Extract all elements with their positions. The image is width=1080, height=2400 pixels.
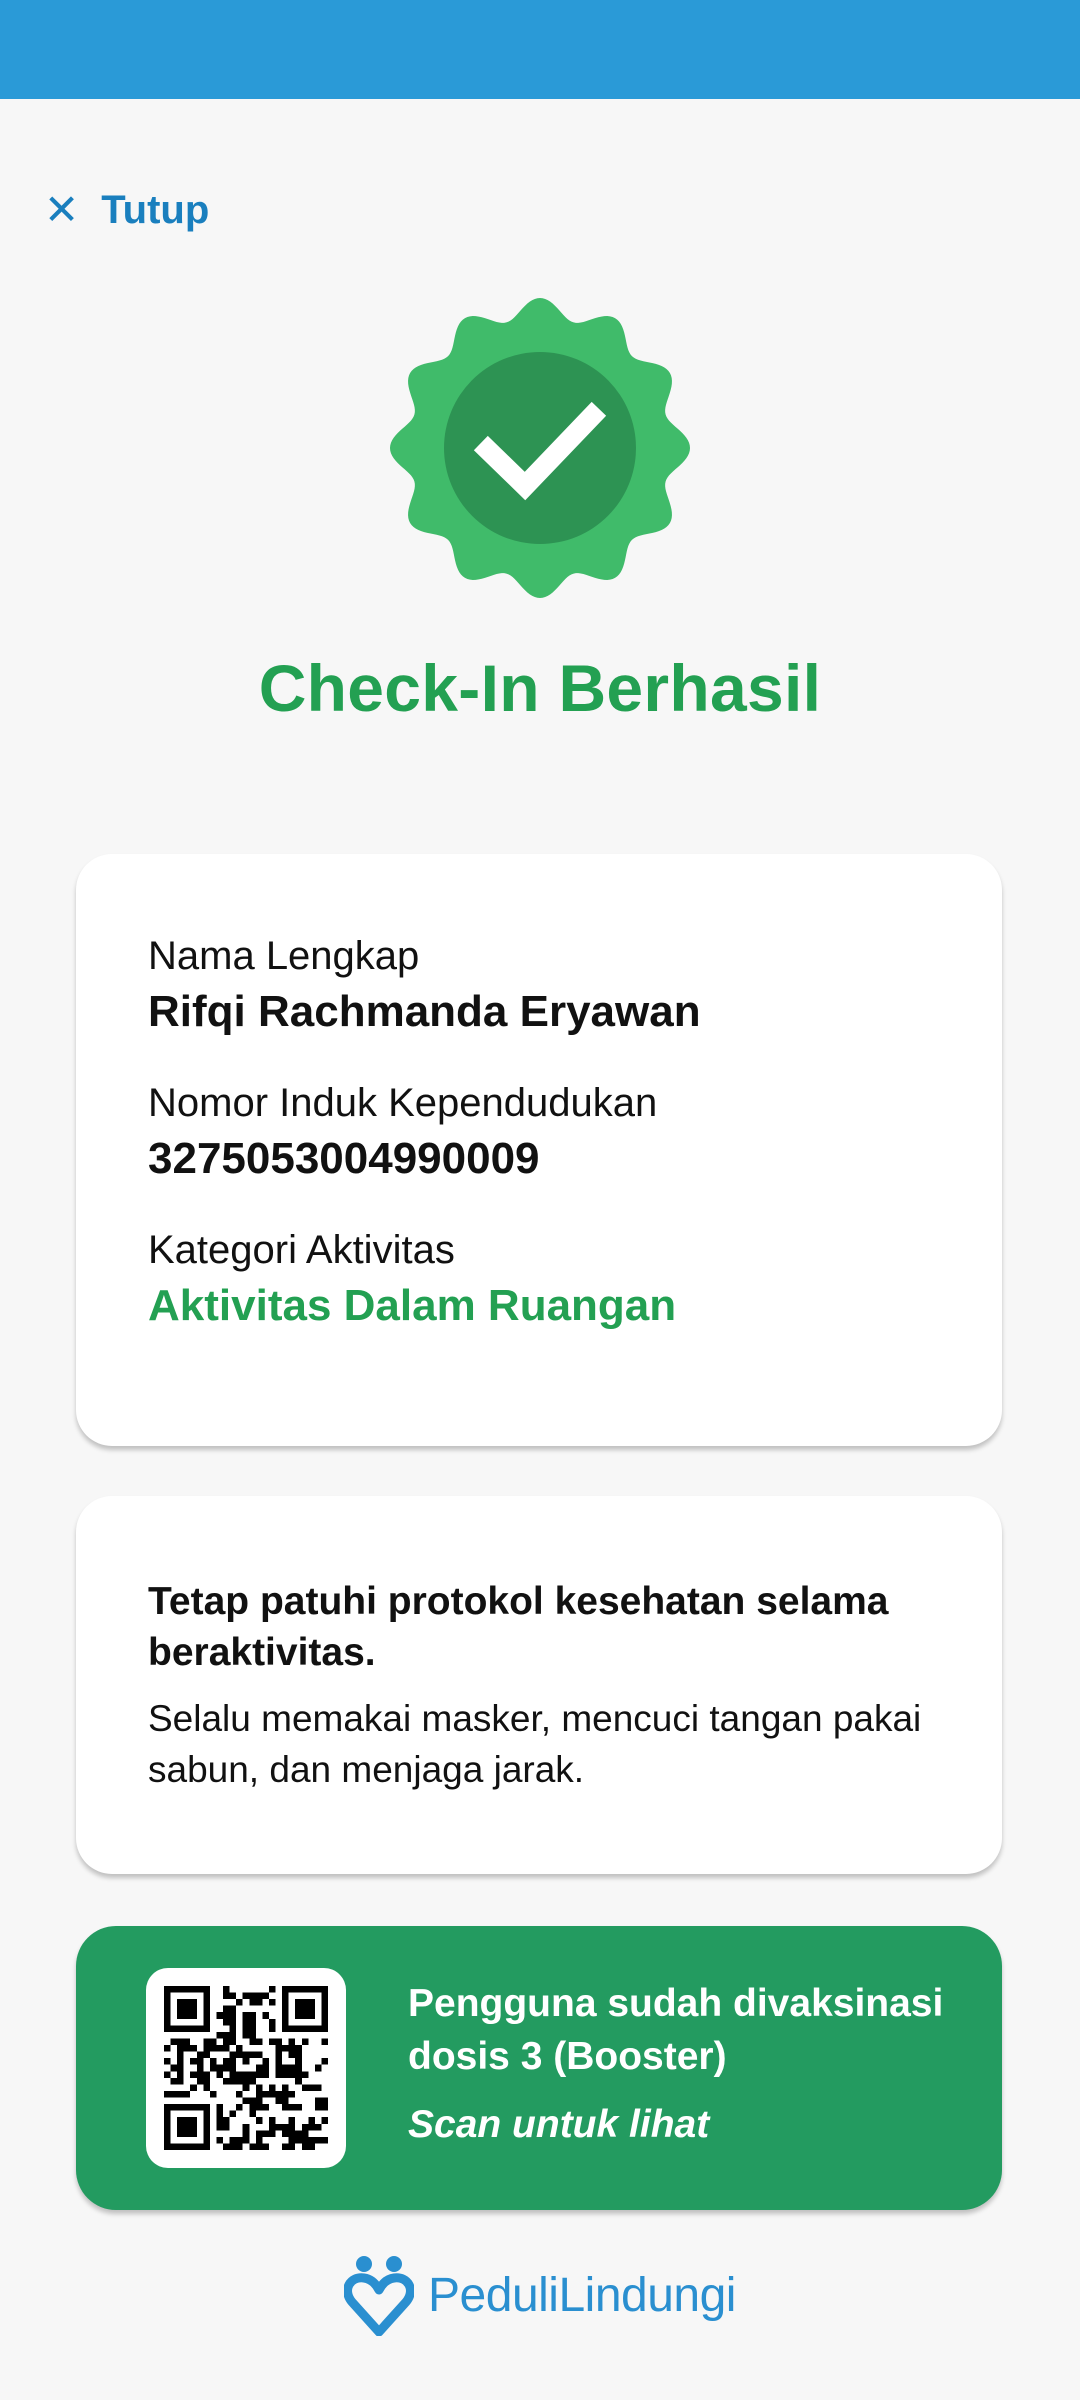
nik-label: Nomor Induk Kependudukan bbox=[148, 1081, 658, 1125]
category-value: Aktivitas Dalam Ruangan bbox=[148, 1281, 677, 1330]
visitor-info-card: Nama Lengkap Rifqi Rachmanda Eryawan Nom… bbox=[76, 854, 1002, 1446]
category-label: Kategori Aktivitas bbox=[148, 1228, 455, 1272]
qr-code[interactable] bbox=[146, 1968, 346, 2168]
pedulilindungi-logo-icon bbox=[344, 2256, 415, 2336]
protocol-body: Selalu memakai masker, mencuci tangan pa… bbox=[148, 1697, 922, 1790]
close-icon: ✕ bbox=[44, 186, 80, 233]
health-protocol-card: Tetap patuhi protokol kesehatan selama b… bbox=[76, 1496, 1002, 1874]
scan-to-view-link[interactable]: Scan untuk lihat bbox=[408, 2103, 968, 2147]
protocol-title: Tetap patuhi protokol kesehatan selama b… bbox=[148, 1580, 889, 1675]
name-label: Nama Lengkap bbox=[148, 934, 420, 978]
qr-code-icon bbox=[164, 1986, 328, 2150]
status-bar bbox=[0, 0, 1080, 99]
page-title: Check-In Berhasil bbox=[258, 651, 822, 725]
brand-footer: PeduliLindungi bbox=[0, 2254, 1080, 2336]
brand-name: PeduliLindungi bbox=[428, 2268, 736, 2322]
vaccine-status-text: Pengguna sudah divaksinasi dosis 3 (Boos… bbox=[408, 1982, 944, 2078]
close-label: Tutup bbox=[101, 187, 210, 232]
verified-check-badge-icon bbox=[390, 298, 690, 598]
close-button[interactable]: ✕ Tutup bbox=[44, 182, 209, 238]
nik-value: 3275053004990009 bbox=[148, 1134, 540, 1183]
name-value: Rifqi Rachmanda Eryawan bbox=[148, 987, 701, 1036]
vaccine-status-card[interactable]: Pengguna sudah divaksinasi dosis 3 (Boos… bbox=[76, 1926, 1002, 2210]
